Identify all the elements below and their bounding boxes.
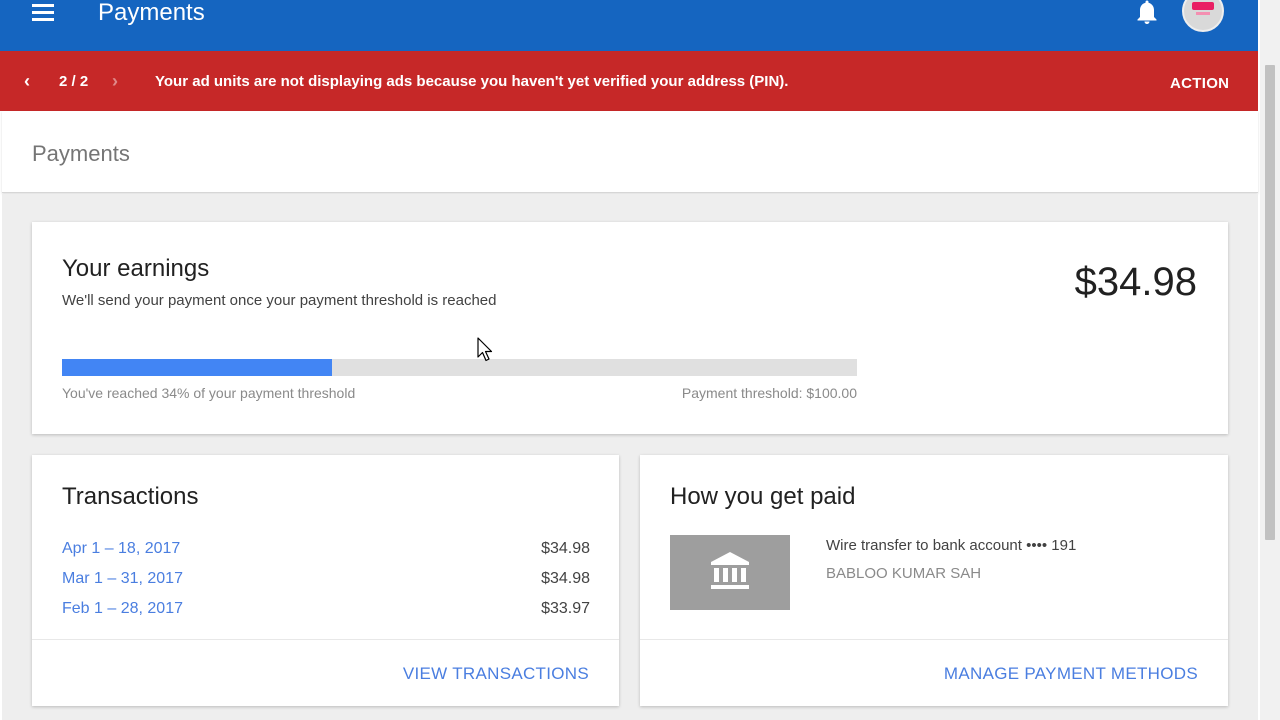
manage-payment-methods-button[interactable]: MANAGE PAYMENT METHODS: [944, 664, 1198, 684]
bank-icon: [711, 552, 749, 589]
threshold-progress-bar: [62, 359, 857, 376]
transaction-amount: $33.97: [541, 600, 590, 617]
progress-caption: You've reached 34% of your payment thres…: [62, 385, 356, 401]
transactions-footer: VIEW TRANSACTIONS: [32, 639, 619, 706]
app-bar: Payments: [0, 0, 1258, 51]
transaction-amount: $34.98: [541, 540, 590, 557]
avatar[interactable]: [1182, 0, 1224, 32]
transactions-title: Transactions: [62, 483, 199, 510]
page-title: Payments: [32, 141, 130, 166]
chevron-right-icon: ›: [112, 71, 118, 91]
transaction-amount: $34.98: [541, 570, 590, 587]
account-holder-name: BABLOO KUMAR SAH: [826, 565, 982, 582]
transaction-period-link[interactable]: Apr 1 – 18, 2017: [62, 540, 180, 558]
bell-icon[interactable]: [1133, 0, 1161, 26]
payment-method-label: Wire transfer to bank account •••• 191: [826, 537, 1077, 554]
earnings-amount: $34.98: [1074, 260, 1197, 304]
transaction-period-link[interactable]: Feb 1 – 28, 2017: [62, 600, 183, 618]
banner-counter: 2 / 2: [59, 73, 89, 90]
threshold-caption: Payment threshold: $100.00: [681, 385, 857, 401]
view-transactions-button[interactable]: VIEW TRANSACTIONS: [403, 664, 589, 684]
chevron-left-icon[interactable]: ‹: [24, 70, 42, 92]
threshold-progress-fill: [62, 359, 333, 376]
transaction-period-link[interactable]: Mar 1 – 31, 2017: [62, 570, 183, 588]
transaction-row: Feb 1 – 28, 2017 $33.97: [62, 600, 590, 622]
transaction-row: Mar 1 – 31, 2017 $34.98: [62, 570, 590, 592]
earnings-subtitle: We'll send your payment once your paymen…: [62, 292, 497, 309]
avatar-logo: [1192, 2, 1214, 10]
mouse-cursor-icon: [477, 337, 493, 362]
bank-tile: [670, 535, 790, 610]
earnings-heading: Your earnings: [62, 255, 210, 282]
transactions-card: Transactions Apr 1 – 18, 2017 $34.98 Mar…: [32, 455, 619, 706]
how-paid-footer: MANAGE PAYMENT METHODS: [640, 639, 1228, 706]
avatar-logo-text-mark: [1196, 12, 1210, 15]
menu-icon[interactable]: [30, 2, 56, 22]
alert-banner: ‹ 2 / 2 › Your ad units are not displayi…: [0, 51, 1258, 111]
scrollbar-thumb[interactable]: [1265, 65, 1275, 540]
transaction-row: Apr 1 – 18, 2017 $34.98: [62, 540, 590, 562]
banner-message: Your ad units are not displaying ads bec…: [155, 73, 789, 90]
vertical-scrollbar[interactable]: [1260, 0, 1280, 720]
page-header: Payments: [2, 111, 1258, 193]
banner-action-button[interactable]: ACTION: [1170, 75, 1229, 92]
app-title: Payments: [98, 0, 205, 26]
earnings-card: Your earnings We'll send your payment on…: [32, 222, 1228, 434]
how-you-get-paid-card: How you get paid Wire transfer to bank a…: [640, 455, 1228, 706]
how-paid-title: How you get paid: [670, 483, 856, 510]
